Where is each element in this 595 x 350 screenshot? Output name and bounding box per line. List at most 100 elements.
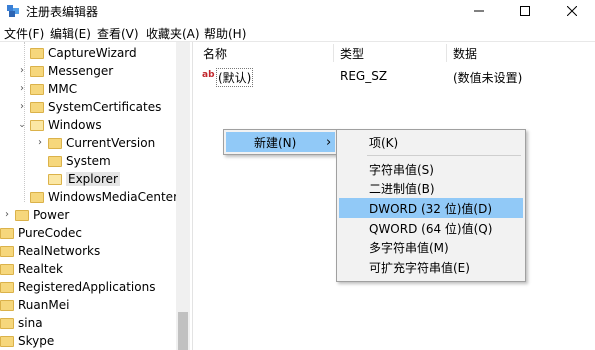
folder-icon <box>0 299 14 311</box>
folder-icon <box>0 317 14 329</box>
menu-edit[interactable]: 编辑(E) <box>50 25 91 42</box>
tree-item-label: Explorer <box>66 172 120 186</box>
submenu-arrow-icon: › <box>326 134 332 150</box>
tree-item-explorer[interactable]: Explorer <box>48 170 120 188</box>
tree-item-currentversion[interactable]: › CurrentVersion <box>35 134 155 152</box>
menu-separator <box>367 155 521 156</box>
value-data: (数值未设置) <box>453 71 523 85</box>
tree-scrollbar[interactable] <box>176 42 190 350</box>
submenu-item-label: 项(K) <box>369 135 399 150</box>
maximize-icon <box>520 6 530 16</box>
tree-item-label: RuanMei <box>18 298 70 312</box>
tree-item-realnetworks[interactable]: RealNetworks <box>0 242 100 260</box>
submenu-item-label: QWORD (64 位)值(Q) <box>369 221 493 236</box>
tree-item-label: CurrentVersion <box>66 136 156 150</box>
regedit-app-icon <box>7 5 19 17</box>
folder-icon <box>30 65 44 77</box>
submenu-item-label: 可扩充字符串值(E) <box>369 260 470 275</box>
column-header-data[interactable]: 数据 <box>447 42 595 64</box>
folder-icon <box>30 101 44 113</box>
submenu-item-string-value[interactable]: 字符串值(S) <box>339 159 523 179</box>
tree-item-skype[interactable]: Skype <box>0 332 54 350</box>
tree-item-label: Messenger <box>48 64 114 78</box>
context-menu: 新建(N) › <box>223 129 338 155</box>
tree-item-label: sina <box>18 316 43 330</box>
tree-item-label: PureCodec <box>18 226 83 240</box>
string-value-icon: ab <box>202 70 215 80</box>
tree-item-power[interactable]: › Power <box>2 206 69 224</box>
close-button[interactable] <box>549 0 595 22</box>
menu-bar: 文件(F) 编辑(E) 查看(V) 收藏夹(A) 帮助(H) <box>0 22 595 42</box>
expand-arrow-icon[interactable]: › <box>17 84 27 94</box>
submenu-item-binary-value[interactable]: 二进制值(B) <box>339 178 523 198</box>
column-header-type[interactable]: 类型 <box>334 42 446 64</box>
column-header-name[interactable]: 名称 <box>197 42 333 64</box>
tree-item-label: RealNetworks <box>18 244 101 258</box>
tree-item-label: Skype <box>18 334 55 348</box>
tree-item-messenger[interactable]: › Messenger <box>17 62 113 80</box>
submenu-item-qword-value[interactable]: QWORD (64 位)值(Q) <box>339 218 523 238</box>
submenu-item-label: 二进制值(B) <box>369 181 435 196</box>
tree-item-registeredapplications[interactable]: RegisteredApplications <box>0 278 155 296</box>
folder-open-icon <box>48 173 62 185</box>
tree-item-purecodec[interactable]: PureCodec <box>0 224 82 242</box>
tree-item-label: WindowsMediaCenter <box>48 190 178 204</box>
tree-item-label: Power <box>33 208 70 222</box>
collapse-arrow-icon[interactable]: ⌄ <box>17 120 27 130</box>
tree-item-label: MMC <box>48 82 78 96</box>
key-tree: CaptureWizard › Messenger › MMC › System… <box>0 42 190 350</box>
tree-item-windowsmediacenter[interactable]: WindowsMediaCenter <box>30 188 178 206</box>
folder-icon <box>48 137 62 149</box>
menu-view[interactable]: 查看(V) <box>97 25 139 42</box>
minimize-icon <box>474 10 484 12</box>
folder-open-icon <box>30 119 44 131</box>
folder-icon <box>0 227 14 239</box>
tree-item-sina[interactable]: sina <box>0 314 43 332</box>
expand-arrow-icon[interactable]: › <box>17 102 27 112</box>
new-submenu: 项(K) 字符串值(S) 二进制值(B) DWORD (32 位)值(D) QW… <box>336 129 526 282</box>
folder-icon <box>30 83 44 95</box>
tree-item-label: Windows <box>48 118 102 132</box>
tree-item-windows[interactable]: ⌄ Windows <box>17 116 102 134</box>
tree-item-systemcertificates[interactable]: › SystemCertificates <box>17 98 161 116</box>
folder-icon <box>0 245 14 257</box>
menu-item-new[interactable]: 新建(N) › <box>226 132 335 152</box>
submenu-item-expandable-string-value[interactable]: 可扩充字符串值(E) <box>339 257 523 277</box>
title-bar: 注册表编辑器 <box>0 0 595 22</box>
tree-item-realtek[interactable]: Realtek <box>0 260 63 278</box>
menu-help[interactable]: 帮助(H) <box>204 25 246 42</box>
submenu-item-label: 多字符串值(M) <box>369 240 449 255</box>
tree-item-label: CaptureWizard <box>48 46 137 60</box>
tree-item-ruanmei[interactable]: RuanMei <box>0 296 69 314</box>
submenu-item-dword-value[interactable]: DWORD (32 位)值(D) <box>339 198 523 218</box>
submenu-item-key[interactable]: 项(K) <box>339 132 523 152</box>
tree-item-label: System <box>66 154 111 168</box>
tree-item-label: SystemCertificates <box>48 100 162 114</box>
folder-icon <box>0 335 14 347</box>
folder-icon <box>0 263 14 275</box>
submenu-item-label: 字符串值(S) <box>369 162 434 177</box>
value-type: REG_SZ <box>340 69 388 83</box>
list-row[interactable]: ab (默认) REG_SZ (数值未设置) <box>197 66 595 87</box>
folder-icon <box>30 191 44 203</box>
expand-arrow-icon[interactable]: › <box>2 210 12 220</box>
folder-icon <box>30 47 44 59</box>
maximize-button[interactable] <box>502 0 548 22</box>
minimize-button[interactable] <box>456 0 502 22</box>
tree-item-label: RegisteredApplications <box>18 280 156 294</box>
submenu-item-multi-string-value[interactable]: 多字符串值(M) <box>339 237 523 257</box>
menu-favorites[interactable]: 收藏夹(A) <box>146 25 200 42</box>
menu-item-new-label: 新建(N) <box>254 135 297 150</box>
tree-scrollbar-thumb[interactable] <box>178 312 188 350</box>
submenu-item-label: DWORD (32 位)值(D) <box>369 201 492 216</box>
tree-item-mmc[interactable]: › MMC <box>17 80 77 98</box>
value-name: (默认) <box>216 68 254 87</box>
folder-icon <box>0 281 14 293</box>
menu-file[interactable]: 文件(F) <box>4 25 44 42</box>
tree-item-capturewizard[interactable]: CaptureWizard <box>30 44 137 62</box>
expand-arrow-icon[interactable]: › <box>35 138 45 148</box>
pane-splitter[interactable] <box>192 42 196 350</box>
tree-item-label: Realtek <box>18 262 63 276</box>
expand-arrow-icon[interactable]: › <box>17 66 27 76</box>
tree-item-system[interactable]: System <box>48 152 111 170</box>
